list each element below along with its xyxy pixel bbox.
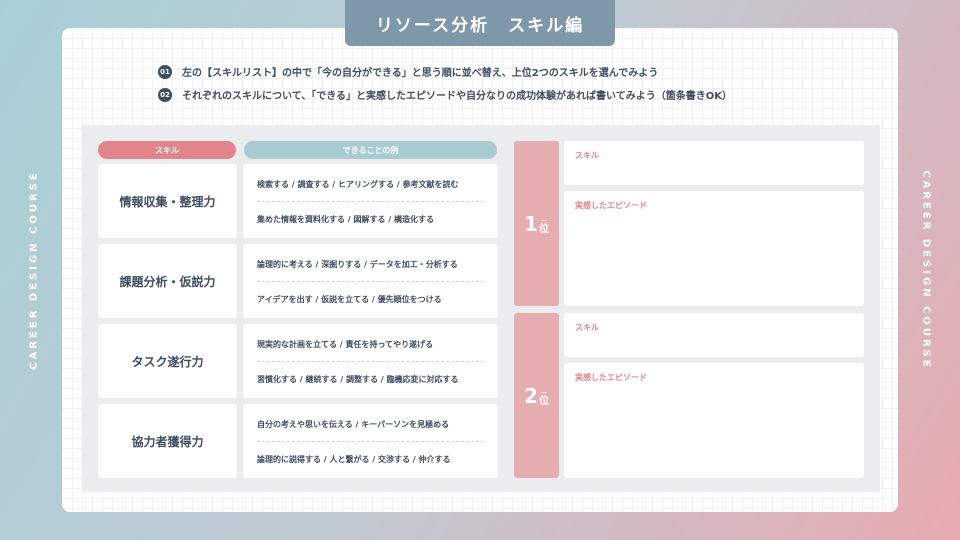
dashed-divider — [257, 441, 484, 442]
instruction-text: 左の【スキルリスト】の中で「今の自分ができる」と思う順に並べ替え、上位2つのスキ… — [182, 68, 659, 79]
example-line: 検索する / 調査する / ヒアリングする / 参考文献を読む — [257, 180, 459, 189]
instruction-2: 02 それぞれのスキルについて、「できる」と実感したエピソードや自分なりの成功体… — [158, 87, 732, 102]
example-line: 論理的に説得する / 人と繋がる / 交渉する / 仲介する — [257, 455, 451, 464]
rank-1-episode-field[interactable]: 実感したエピソード — [564, 191, 864, 306]
rank-unit: 位 — [538, 395, 549, 407]
skill-field-label: スキル — [575, 323, 599, 332]
skill-name-box: タスク遂行力 — [98, 324, 237, 398]
rank-2-badge: 2 ー 位 — [514, 313, 559, 478]
rank-number: 2 — [524, 383, 538, 408]
rank-suffix: ー 位 — [538, 217, 549, 236]
examples-column-header: できることの例 — [244, 141, 497, 159]
page-title: リソース分析 スキル編 — [345, 0, 615, 46]
side-label-left: CAREER DESIGN COURSE — [28, 170, 40, 370]
side-label-right: CAREER DESIGN COURSE — [920, 170, 932, 370]
example-line: アイデアを出す / 仮説を立てる / 優先順位をつける — [257, 295, 442, 304]
rank-number: 1 — [524, 211, 538, 236]
dashed-divider — [257, 201, 484, 202]
skill-name-box: 情報収集・整理力 — [98, 164, 237, 238]
rank-1-skill-field[interactable]: スキル — [564, 141, 864, 185]
rank-suffix: ー 位 — [538, 389, 549, 408]
skill-field-label: スキル — [575, 151, 599, 160]
skill-examples-box: 論理的に考える / 深掘りする / データを加工・分析する アイデアを出す / … — [243, 244, 498, 318]
rank-2-episode-field[interactable]: 実感したエピソード — [564, 363, 864, 478]
episode-field-label: 実感したエピソード — [575, 373, 647, 382]
example-line: 集めた情報を資料化する / 図解する / 構造化する — [257, 215, 434, 224]
instruction-1: 01 左の【スキルリスト】の中で「今の自分ができる」と思う順に並べ替え、上位2つ… — [158, 64, 658, 79]
step-number-badge: 02 — [158, 87, 172, 102]
example-line: 習慣化する / 継続する / 調整する / 臨機応変に対応する — [257, 375, 459, 384]
example-line: 論理的に考える / 深掘りする / データを加工・分析する — [257, 260, 458, 269]
skill-examples-box: 現実的な計画を立てる / 責任を持ってやり遂げる 習慣化する / 継続する / … — [243, 324, 498, 398]
dashed-divider — [257, 361, 484, 362]
example-line: 自分の考えや思いを伝える / キーパーソンを見極める — [257, 420, 450, 429]
skill-examples-box: 検索する / 調査する / ヒアリングする / 参考文献を読む 集めた情報を資料… — [243, 164, 498, 238]
rank-1-badge: 1 ー 位 — [514, 141, 559, 306]
skill-column-header: スキル — [98, 141, 236, 159]
skill-examples-box: 自分の考えや思いを伝える / キーパーソンを見極める 論理的に説得する / 人と… — [243, 404, 498, 478]
episode-field-label: 実感したエピソード — [575, 201, 647, 210]
skill-name-box: 協力者獲得力 — [98, 404, 237, 478]
step-number-badge: 01 — [158, 64, 172, 79]
example-line: 現実的な計画を立てる / 責任を持ってやり遂げる — [257, 340, 434, 349]
dashed-divider — [257, 281, 484, 282]
instruction-text: それぞれのスキルについて、「できる」と実感したエピソードや自分なりの成功体験があ… — [182, 91, 732, 102]
rank-2-skill-field[interactable]: スキル — [564, 313, 864, 357]
rank-unit: 位 — [538, 223, 549, 235]
skill-name-box: 課題分析・仮説力 — [98, 244, 237, 318]
